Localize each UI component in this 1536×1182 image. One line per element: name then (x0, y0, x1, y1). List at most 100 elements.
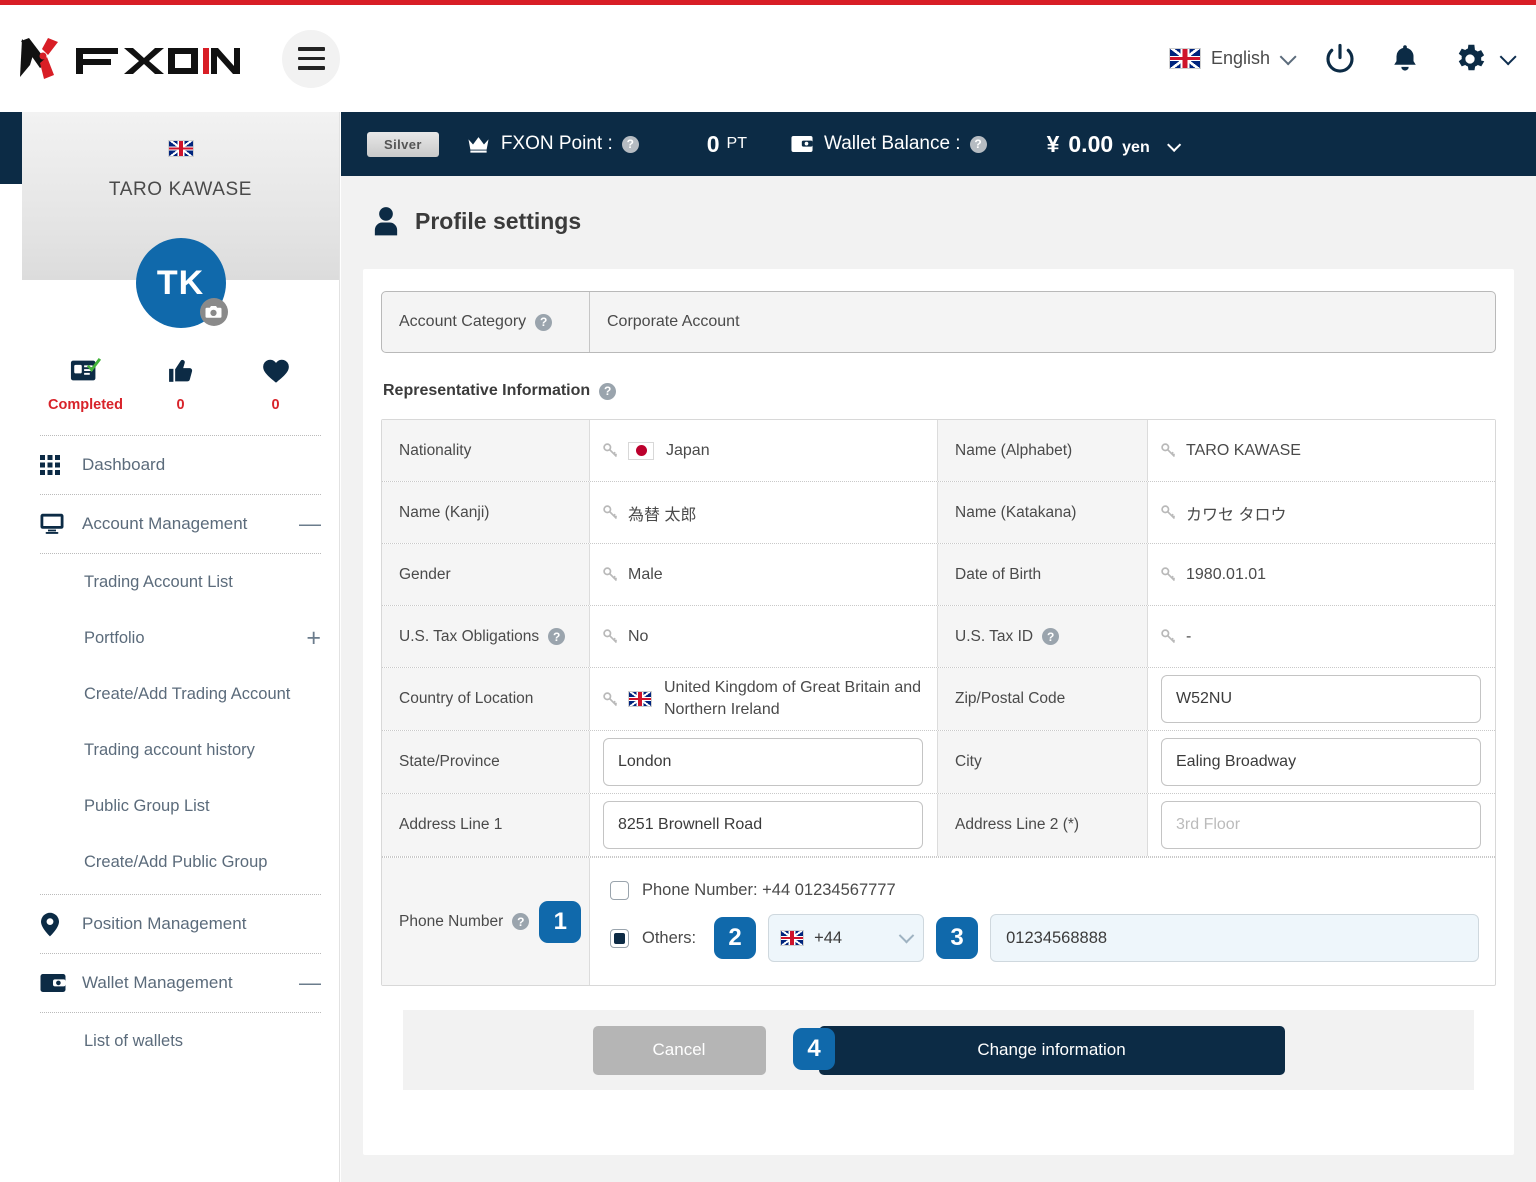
app-header: English (0, 5, 1536, 112)
phone-number-label-cell: Phone Number ? 1 (382, 858, 590, 985)
field-label: Name (Katakana) (938, 482, 1148, 543)
sidebar-subitem-label: Trading account history (84, 740, 255, 759)
field-value-name-katakana: カワセ タロウ (1148, 482, 1495, 543)
field-label: Date of Birth (938, 544, 1148, 605)
help-icon[interactable]: ? (535, 313, 553, 331)
phone-number-input[interactable] (990, 914, 1479, 962)
help-icon[interactable]: ? (599, 382, 617, 400)
collapse-toggle-icon[interactable]: — (299, 513, 321, 535)
table-row: Address Line 1 Address Line 2 (*) (382, 794, 1495, 857)
sidebar-item-label: Wallet Management (82, 973, 233, 992)
stat-label: 0 (176, 397, 185, 413)
help-icon[interactable]: ? (969, 135, 987, 153)
person-icon (373, 206, 399, 236)
field-value-name-kanji: 為替 太郎 (590, 482, 938, 543)
phone-option-others-label: Others: (642, 928, 697, 947)
address-line-2-input[interactable] (1161, 801, 1481, 849)
sidebar-item-position-management[interactable]: Position Management (22, 895, 339, 953)
radio-others-phone[interactable] (610, 928, 629, 948)
sidebar-item-trading-account-history[interactable]: Trading account history (22, 722, 339, 778)
state-province-input[interactable] (603, 738, 923, 786)
thumbs-up-icon (168, 356, 194, 386)
help-icon[interactable]: ? (621, 135, 639, 153)
sidebar-item-portfolio[interactable]: Portfolio + (22, 610, 339, 666)
account-category-box: Account Category ? Corporate Account (381, 291, 1496, 353)
lock-icon (1161, 505, 1176, 520)
cancel-button[interactable]: Cancel (592, 1025, 766, 1075)
japan-flag-icon (628, 441, 654, 460)
account-category-label: Account Category (399, 313, 527, 330)
field-text: United Kingdom of Great Britain and Nort… (664, 679, 922, 718)
field-text: TARO KAWASE (1186, 441, 1301, 459)
page-header: Profile settings (341, 176, 1536, 236)
section-title-text: Representative Information (383, 382, 591, 399)
sidebar-item-label: Account Management (82, 514, 248, 533)
help-icon[interactable]: ? (548, 628, 566, 645)
stat-label: 0 (271, 397, 280, 413)
collapse-toggle-icon[interactable]: — (299, 972, 321, 994)
sidebar-item-create-add-trading-account[interactable]: Create/Add Trading Account (22, 666, 339, 722)
brand-logo[interactable] (18, 35, 240, 83)
sidebar-item-list-of-wallets[interactable]: List of wallets (22, 1013, 339, 1069)
address-line-1-input[interactable] (603, 801, 923, 849)
power-icon[interactable] (1322, 41, 1358, 77)
sidebar-item-dashboard[interactable]: Dashboard (22, 436, 339, 494)
language-label: English (1210, 48, 1270, 68)
lock-icon (603, 691, 618, 707)
field-value-date-of-birth: 1980.01.01 (1148, 544, 1495, 605)
field-value-country-of-location: United Kingdom of Great Britain and Nort… (590, 668, 938, 730)
sidebar-item-account-management[interactable]: Account Management — (22, 495, 339, 553)
id-card-check-icon (70, 356, 102, 386)
step-badge-4: 4 (793, 1028, 835, 1070)
phone-number-options: Phone Number: +44 01234567777 Others: 2 … (590, 858, 1495, 985)
grid-icon (40, 455, 74, 475)
sidebar-item-create-add-public-group[interactable]: Create/Add Public Group (22, 834, 339, 890)
camera-icon[interactable] (199, 298, 228, 326)
country-code-select[interactable]: +44 (768, 914, 925, 962)
expand-toggle-icon[interactable]: + (306, 625, 321, 651)
field-label: Country of Location (382, 668, 590, 730)
app-root: English TARO KAWASE TK Completed 0 0 Das… (0, 0, 1536, 1182)
gear-icon[interactable] (1452, 41, 1517, 77)
wallet-balance-group: Wallet Balance : ? (791, 133, 987, 155)
hamburger-menu-button[interactable] (282, 29, 340, 88)
city-input[interactable] (1161, 738, 1481, 786)
chevron-down-icon[interactable] (1166, 137, 1181, 152)
account-category-value: Corporate Account (607, 313, 740, 330)
sidebar-item-trading-account-list[interactable]: Trading Account List (22, 554, 339, 610)
sidebar-item-wallet-management[interactable]: Wallet Management — (22, 954, 339, 1012)
sidebar-subitem-label: Create/Add Trading Account (84, 684, 291, 703)
chevron-down-icon (1279, 47, 1297, 65)
field-label-text: U.S. Tax Obligations (399, 627, 540, 645)
phone-option-existing-label: Phone Number: +44 01234567777 (642, 881, 896, 899)
step-badge-1: 1 (539, 900, 582, 943)
table-row: Nationality Japan Name (Alphabet) TARO K… (382, 420, 1495, 482)
radio-existing-phone[interactable] (610, 881, 629, 900)
lock-icon (1161, 443, 1176, 458)
field-label: City (938, 731, 1148, 793)
uk-flag-icon (167, 140, 194, 157)
bell-icon[interactable] (1388, 42, 1422, 76)
field-input-zip-wrap (1148, 668, 1495, 730)
wallet-icon (791, 135, 813, 153)
stat-completed: Completed (41, 356, 131, 413)
language-selector[interactable]: English (1168, 47, 1297, 69)
field-label: State/Province (382, 731, 590, 793)
zip-postal-code-input[interactable] (1161, 675, 1481, 723)
sidebar-item-public-group-list[interactable]: Public Group List (22, 778, 339, 834)
balance-amount: 0.00 (1068, 130, 1114, 157)
field-label-us-tax-obligations: U.S. Tax Obligations ? (382, 606, 590, 667)
avatar[interactable]: TK (135, 238, 228, 328)
help-icon[interactable]: ? (512, 913, 530, 930)
change-information-button[interactable]: Change information (818, 1025, 1285, 1075)
phone-option-existing[interactable]: Phone Number: +44 01234567777 (610, 881, 1479, 900)
field-text: Japan (666, 441, 710, 459)
fxon-point-label: FXON Point : (500, 133, 613, 154)
fxon-point-value: 0 (706, 130, 720, 157)
help-icon[interactable]: ? (1042, 628, 1060, 645)
step-badge-3: 3 (936, 917, 979, 959)
table-row: U.S. Tax Obligations ? No U.S. Tax ID ? … (382, 606, 1495, 668)
header-actions: English (1168, 41, 1536, 77)
uk-flag-icon (628, 691, 652, 707)
representative-information-table: Nationality Japan Name (Alphabet) TARO K… (381, 419, 1496, 986)
